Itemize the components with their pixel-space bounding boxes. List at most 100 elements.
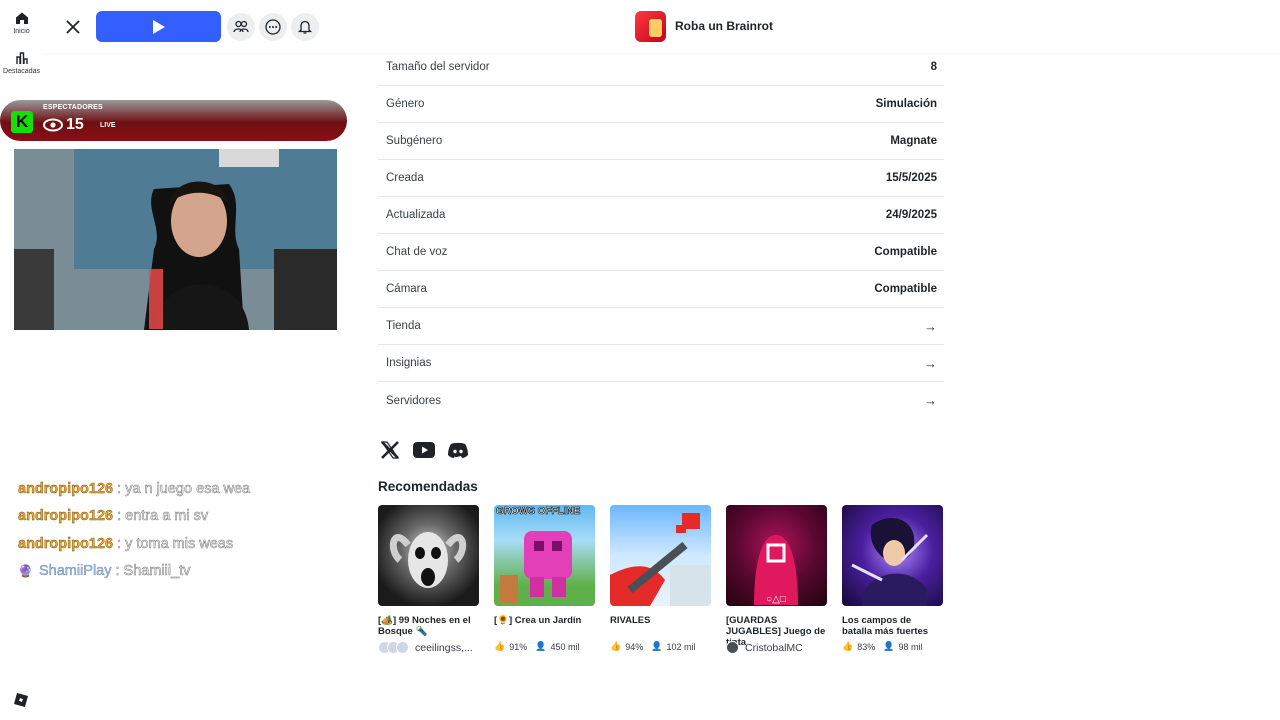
close-button[interactable] — [60, 14, 86, 40]
webcam-scene — [14, 149, 337, 330]
game-card-meta: ceeilingss,... — [378, 641, 479, 654]
x-twitter-icon[interactable] — [379, 439, 401, 461]
game-card-title: [GUARDAS JUGABLES] Juego de tinta — [726, 615, 826, 648]
top-bar: Roba un Brainrot — [43, 0, 1280, 53]
thumbs-up-icon: 👍 — [494, 641, 506, 651]
badge-icon: 🔮 — [18, 564, 33, 579]
webcam-feed — [14, 149, 337, 330]
game-card[interactable]: RIVALES 👍 94% 👤 102 mil — [610, 505, 711, 652]
discord-icon[interactable] — [447, 439, 469, 461]
bell-icon — [298, 20, 312, 34]
home-icon — [15, 12, 28, 24]
chat-message: 🔮 ShamiiPlay: Shamiii_tv — [18, 558, 250, 586]
eye-icon — [43, 118, 63, 132]
social-links — [379, 439, 469, 461]
info-row-subgenre: Subgénero Magnate — [378, 123, 944, 160]
recommended-title: Recomendadas — [378, 479, 478, 494]
svg-text:○△□: ○△□ — [766, 594, 786, 605]
info-key: Insignias — [386, 357, 432, 369]
game-card-players: 102 mil — [666, 641, 696, 652]
kick-logo-icon: K — [11, 111, 33, 133]
rail-label-home: Inicio — [13, 28, 30, 35]
players-icon: 👤 — [535, 641, 547, 651]
roblox-logo-icon[interactable] — [14, 693, 28, 707]
thumbs-up-icon: 👍 — [610, 641, 622, 651]
arrow-right-icon: → — [924, 318, 937, 334]
info-row-camera: Cámara Compatible — [378, 271, 944, 308]
friends-button[interactable] — [227, 13, 255, 41]
info-row-servers[interactable]: Servidores → — [378, 382, 944, 419]
creator-avatars — [378, 641, 409, 654]
game-info-table: Tamaño del servidor 8 Género Simulación Su… — [378, 49, 944, 419]
chat-text: : Shamiii_tv — [115, 563, 191, 580]
viewer-count: 15 — [66, 116, 84, 133]
info-key: Actualizada — [386, 209, 446, 221]
game-card-rating: 91% — [509, 641, 528, 652]
notifications-button[interactable] — [291, 13, 319, 41]
game-card[interactable]: Los campos de batalla más fuertes 👍 83% 👤… — [842, 505, 943, 652]
info-key: Cámara — [386, 283, 427, 295]
info-key: Género — [386, 98, 425, 110]
creator-avatar — [726, 641, 739, 654]
game-card-rating: 83% — [857, 641, 876, 652]
players-icon: 👤 — [651, 641, 663, 651]
rail-item-home[interactable]: Inicio — [0, 11, 43, 35]
game-card-thumbnail[interactable]: ○△□ — [726, 505, 827, 606]
youtube-icon[interactable] — [413, 439, 435, 461]
charts-icon — [15, 52, 28, 64]
game-card-creator: ceeilingss,... — [415, 641, 473, 654]
game-thumbnail — [635, 11, 666, 42]
info-row-server-size: Tamaño del servidor 8 — [378, 49, 944, 86]
arrow-right-icon: → — [924, 355, 937, 371]
info-value: Compatible — [874, 283, 937, 295]
info-row-store[interactable]: Tienda → — [378, 308, 944, 345]
game-card-thumbnail[interactable] — [610, 505, 711, 606]
game-card-thumbnail[interactable] — [842, 505, 943, 606]
game-card-thumbnail[interactable]: GROWS OFFLINE — [494, 505, 595, 606]
play-icon — [152, 19, 165, 34]
info-key: Chat de voz — [386, 246, 448, 258]
game-card-title: [🌻] Crea un Jardín — [494, 615, 582, 626]
chat-username: andropipo126 — [18, 480, 114, 497]
game-card-meta: 👍 91% 👤 450 mil — [494, 641, 595, 652]
info-value: 24/9/2025 — [885, 209, 937, 221]
chat-message: andropipo126: y toma mis weas — [18, 530, 250, 558]
chat-message: andropipo126: ya n juego esa wea — [18, 475, 251, 503]
stream-chat: andropipo126: ya n juego esa wea andropi… — [18, 475, 251, 586]
game-card-rating: 94% — [625, 641, 644, 652]
thumbs-up-icon: 👍 — [842, 641, 854, 651]
game-card-meta: 👍 83% 👤 98 mil — [842, 641, 943, 652]
play-button[interactable] — [96, 11, 221, 42]
viewers-label: ESPECTADORES — [43, 104, 103, 111]
info-row-badges[interactable]: Insignias → — [378, 345, 944, 382]
game-card-players: 98 mil — [898, 641, 923, 652]
game-card-title: [🏕️] 99 Noches en el Bosque 🔦 — [378, 615, 471, 637]
chat-text: : y toma mis weas — [117, 535, 234, 553]
info-value: Magnate — [890, 135, 937, 147]
info-key: Tienda — [386, 320, 421, 332]
live-tag: LIVE — [100, 122, 116, 129]
info-key: Subgénero — [386, 135, 443, 147]
game-card-title: Los campos de batalla más fuertes — [842, 615, 929, 637]
game-card[interactable]: ○△□ [GUARDAS JUGABLES] Juego de tinta Cr… — [726, 505, 827, 654]
chat-username: andropipo126 — [18, 508, 114, 525]
friends-icon — [233, 20, 249, 33]
recommended-cards: [🏕️] 99 Noches en el Bosque 🔦 ceeilingss… — [378, 505, 948, 665]
game-card[interactable]: [🏕️] 99 Noches en el Bosque 🔦 ceeilingss… — [378, 505, 479, 654]
info-row-created: Creada 15/5/2025 — [378, 160, 944, 197]
game-card-players: 450 mil — [550, 641, 580, 652]
game-card-creator: CristobalMC — [745, 641, 803, 654]
rail-item-featured[interactable]: Destacadas — [0, 51, 43, 75]
close-icon — [66, 20, 80, 34]
chat-message: andropipo126: entra a mi sv — [18, 503, 250, 531]
game-card-thumbnail[interactable] — [378, 505, 479, 606]
game-card-meta: 👍 94% 👤 102 mil — [610, 641, 711, 652]
rail-label-featured: Destacadas — [3, 68, 40, 75]
players-icon: 👤 — [883, 641, 895, 651]
chat-text: : ya n juego esa wea — [117, 480, 251, 498]
more-button[interactable] — [259, 13, 287, 41]
game-card[interactable]: GROWS OFFLINE [🌻] Crea un Jardín 👍 91% 👤 4… — [494, 505, 595, 652]
more-icon — [265, 19, 281, 35]
info-value: Simulación — [875, 98, 937, 110]
chat-text: : entra a mi sv — [117, 508, 209, 525]
